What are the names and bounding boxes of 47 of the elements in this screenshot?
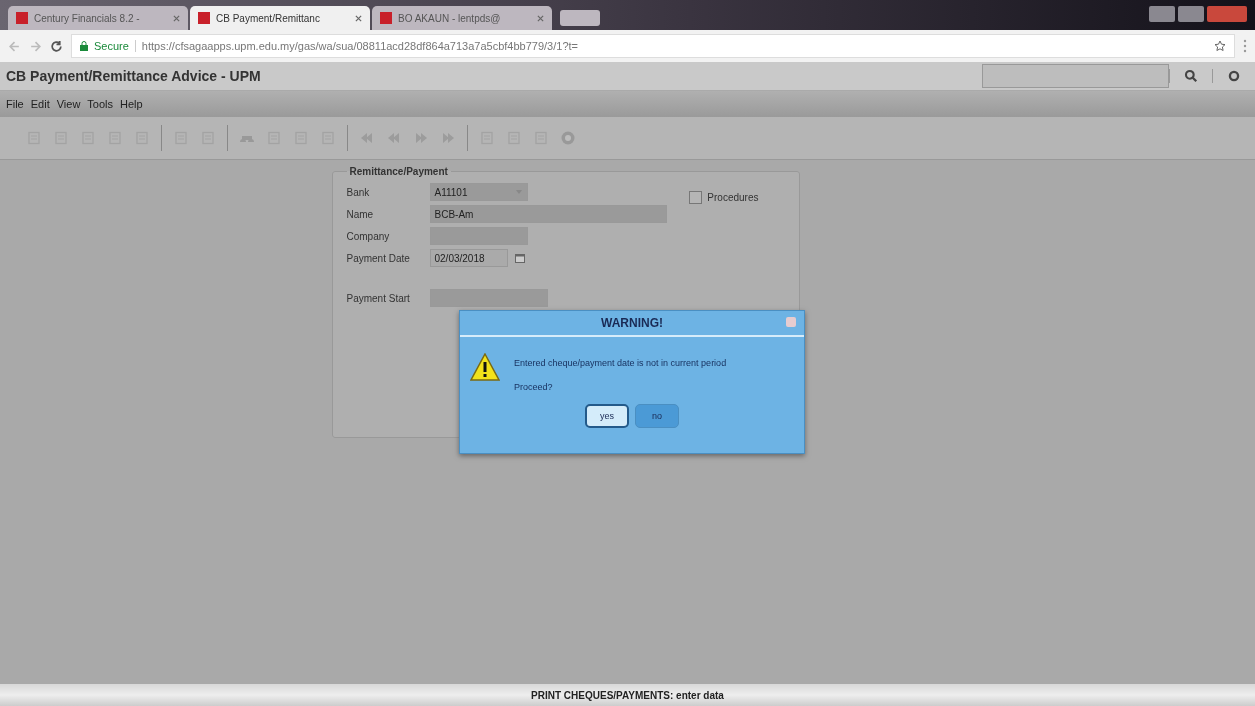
question-text: Proceed?: [514, 382, 554, 392]
navigation-arrow-icon[interactable]: [386, 130, 402, 146]
window-title: CB Payment/Remittance Advice - UPM: [6, 68, 261, 84]
status-text: PRINT CHEQUES/PAYMENTS: enter data: [531, 689, 724, 701]
search-field[interactable]: [982, 64, 1169, 88]
navigation-arrow-icon[interactable]: [359, 130, 375, 146]
lock-icon: [80, 41, 88, 51]
field-label: Company: [346, 230, 391, 242]
back-icon[interactable]: [8, 39, 21, 53]
name-field[interactable]: BCB-Am: [429, 205, 667, 223]
dialog-title: WARNING!: [601, 316, 663, 330]
bank-field[interactable]: A11101: [429, 183, 528, 201]
dialog-button[interactable]: yes: [585, 404, 629, 428]
close-tab-icon[interactable]: [537, 14, 544, 22]
reload-icon[interactable]: [50, 39, 63, 53]
checkbox-label: Procedures: [707, 192, 759, 203]
security-label: Secure: [94, 40, 136, 52]
calendar-icon[interactable]: [513, 252, 526, 264]
checkbox[interactable]: [689, 191, 703, 204]
menu-item[interactable]: Help: [120, 98, 143, 110]
warning-icon: [470, 353, 500, 381]
menu-item[interactable]: Tools: [87, 98, 114, 110]
navigation-arrow-icon[interactable]: [413, 130, 429, 146]
url-text: https://cfsagaapps.upm.edu.my/gas/wa/sua/08811acd28df864a713a7a5cbf4bb779/3/1?t=: [141, 40, 578, 52]
menu-icon[interactable]: [1243, 39, 1247, 53]
dialog-button[interactable]: no: [635, 404, 679, 428]
close-tab-icon[interactable]: [173, 14, 180, 22]
menu-item[interactable]: View: [56, 98, 81, 110]
field-label: Bank: [346, 186, 371, 198]
close-tab-icon[interactable]: [355, 14, 362, 22]
panel-legend: Remittance/Payment: [346, 166, 451, 177]
warning-message: Entered cheque/payment date is not in current period: [514, 358, 727, 368]
browser-tab[interactable]: CB Payment/Remittanc: [190, 6, 370, 30]
star-icon[interactable]: [1214, 40, 1226, 52]
address-bar[interactable]: Secure https://cfsagaapps.upm.edu.my/gas/wa/sua/08811acd28df864a713a7a5cbf4bb779/3/1?t=: [71, 34, 1235, 58]
browser-tab[interactable]: Century Financials 8.2 -: [8, 6, 188, 30]
date-field[interactable]: 02/03/2018: [429, 249, 508, 267]
close-button[interactable]: [786, 317, 796, 327]
field-label: Name: [346, 208, 375, 220]
field-label: Payment Start: [346, 292, 411, 304]
navigation-arrow-icon[interactable]: [440, 130, 456, 146]
menu-item[interactable]: Edit: [30, 98, 50, 110]
field-label: Payment Date: [346, 252, 411, 264]
menu-item[interactable]: File: [6, 98, 24, 110]
browser-tab[interactable]: BO AKAUN - lentpds@: [372, 6, 552, 30]
forward-icon[interactable]: [29, 39, 42, 53]
new-tab-button[interactable]: [560, 10, 600, 26]
